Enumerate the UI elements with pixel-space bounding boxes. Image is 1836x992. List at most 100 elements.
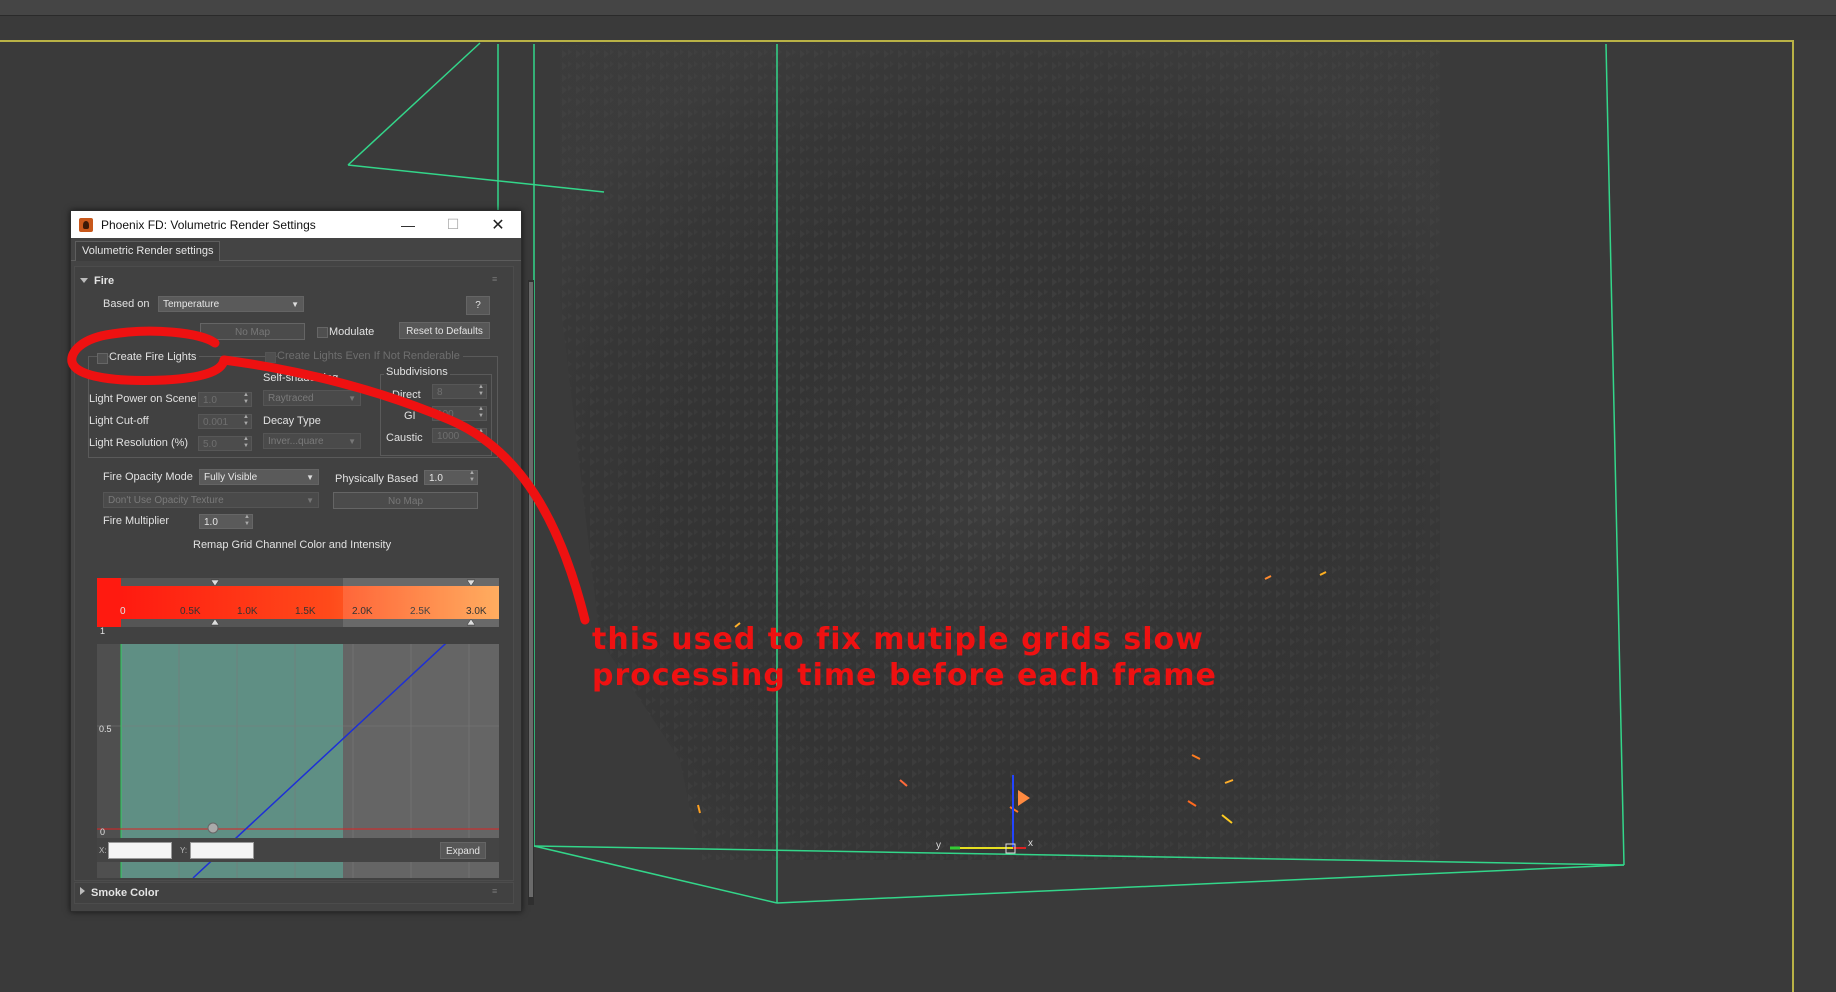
gradient-tick: 0.5K: [180, 606, 201, 617]
spinner-arrows-icon: ▲ ▼: [244, 514, 250, 527]
tab-volumetric-render-settings[interactable]: Volumetric Render settings: [75, 241, 221, 261]
self-shadowing-dropdown[interactable]: Raytraced ▼: [263, 390, 361, 406]
gradient-tick: 1.0K: [237, 606, 258, 617]
spinner-arrows-icon: ▲ ▼: [243, 436, 249, 449]
expand-button[interactable]: Expand: [440, 842, 486, 859]
create-lights-renderable-checkbox[interactable]: [265, 352, 276, 363]
decay-type-dropdown[interactable]: Inver...quare ▼: [263, 433, 361, 449]
dropdown-arrow-icon: ▼: [306, 473, 314, 482]
smoke-color-rollout-header[interactable]: Smoke Color: [80, 887, 159, 899]
opacity-texture-value: Don't Use Opacity Texture: [108, 495, 224, 506]
remap-title: Remap Grid Channel Color and Intensity: [193, 539, 392, 551]
gradient-tick: 2.0K: [352, 606, 373, 617]
create-fire-lights-label: Create Fire Lights: [109, 351, 200, 363]
svg-text:x: x: [1028, 838, 1033, 849]
dropdown-arrow-icon: ▼: [306, 496, 314, 505]
rollout-grip-icon[interactable]: ≡: [492, 274, 1828, 284]
caustic-value: 1000: [437, 431, 460, 442]
opacity-texture-dropdown[interactable]: Don't Use Opacity Texture ▼: [103, 492, 319, 508]
close-button[interactable]: ✕: [476, 211, 520, 238]
fire-multiplier-value: 1.0: [204, 517, 218, 528]
direct-spinner[interactable]: 8 ▲ ▼: [432, 384, 487, 399]
based-on-value: Temperature: [163, 299, 220, 310]
dropdown-arrow-icon: ▼: [348, 394, 356, 403]
scrollbar-thumb[interactable]: [529, 282, 533, 897]
collapse-triangle-icon: [80, 278, 88, 283]
color-gradient-bar[interactable]: [97, 578, 499, 627]
light-cutoff-spinner[interactable]: 0.001 ▲ ▼: [198, 414, 252, 429]
light-resolution-value: 5.0: [203, 439, 217, 450]
phoenix-fd-app-icon: [79, 217, 93, 232]
physically-based-spinner[interactable]: 1.0 ▲ ▼: [424, 470, 478, 485]
maximize-button[interactable]: ☐: [431, 211, 475, 238]
based-on-label: Based on: [103, 298, 150, 310]
modulate-checkbox[interactable]: [317, 327, 328, 338]
svg-text:y: y: [936, 840, 941, 851]
annotation-line-1: this used to fix mutiple grids slow: [592, 622, 1204, 657]
light-power-label: Light Power on Scene: [89, 393, 197, 405]
subdivisions-label: Subdivisions: [384, 366, 450, 378]
curve-point-1: [207, 822, 219, 834]
spinner-arrows-icon: ▲ ▼: [469, 470, 475, 483]
gi-value: 100: [437, 409, 454, 420]
smoke-color-section-title: Smoke Color: [91, 887, 159, 899]
based-on-dropdown[interactable]: Temperature ▼: [158, 296, 304, 312]
gi-spinner[interactable]: 100 ▲ ▼: [432, 406, 487, 421]
gradient-tick: 2.5K: [410, 606, 431, 617]
dialog-title: Phoenix FD: Volumetric Render Settings: [101, 217, 316, 232]
spinner-arrows-icon: ▲ ▼: [478, 406, 484, 419]
curve-y-tick: 0: [100, 827, 106, 837]
fire-opacity-mode-value: Fully Visible: [204, 472, 258, 483]
physically-based-label: Physically Based: [335, 473, 419, 485]
dialog-scrollbar[interactable]: [528, 280, 534, 905]
spinner-arrows-icon: ▲ ▼: [243, 414, 249, 427]
modulate-label: Modulate: [329, 326, 375, 338]
curve-y-tick: 1: [100, 626, 106, 636]
caustic-label: Caustic: [386, 432, 423, 444]
y-field-label: Y:: [180, 846, 188, 855]
light-power-spinner[interactable]: 1.0 ▲ ▼: [198, 392, 252, 407]
x-field-label: X:: [99, 846, 107, 855]
annotation-line-2: processing time before each frame: [592, 658, 1217, 693]
fire-opacity-mode-label: Fire Opacity Mode: [103, 471, 193, 483]
light-power-value: 1.0: [203, 395, 217, 406]
direct-value: 8: [437, 387, 443, 398]
x-value-field[interactable]: [108, 842, 172, 859]
decay-type-label: Decay Type: [263, 415, 321, 427]
minimize-button[interactable]: —: [386, 211, 430, 238]
create-lights-renderable-label: Create Lights Even If Not Renderable: [277, 350, 463, 362]
caustic-spinner[interactable]: 1000 ▲ ▼: [432, 428, 487, 443]
spinner-arrows-icon: ▲ ▼: [478, 428, 484, 441]
fire-map-button[interactable]: No Map: [200, 323, 305, 340]
reset-to-defaults-button[interactable]: Reset to Defaults: [399, 322, 490, 339]
y-value-field[interactable]: [190, 842, 254, 859]
curve-y-tick: 0.5: [99, 724, 112, 734]
fire-multiplier-label: Fire Multiplier: [103, 515, 170, 527]
light-cutoff-label: Light Cut-off: [89, 415, 149, 427]
create-fire-lights-checkbox[interactable]: [97, 353, 108, 364]
fire-rollout-header[interactable]: Fire: [80, 275, 114, 287]
dialog-titlebar[interactable]: Phoenix FD: Volumetric Render Settings —…: [71, 211, 521, 238]
decay-type-value: Inver...quare: [268, 436, 324, 447]
physically-based-value: 1.0: [429, 473, 443, 484]
spinner-arrows-icon: ▲ ▼: [478, 384, 484, 397]
rollout-grip-icon[interactable]: ≡: [492, 886, 1828, 896]
fire-opacity-mode-dropdown[interactable]: Fully Visible ▼: [199, 469, 319, 485]
gradient-tick: 1.5K: [295, 606, 316, 617]
self-shadowing-value: Raytraced: [268, 393, 314, 404]
gi-label: GI: [404, 410, 416, 422]
opacity-map-button[interactable]: No Map: [333, 492, 478, 509]
light-resolution-label: Light Resolution (%): [89, 437, 189, 449]
gradient-tick: 0: [120, 606, 126, 617]
annotation-text: this used to fix mutiple grids slow proc…: [592, 622, 1232, 694]
tab-bar: Volumetric Render settings: [71, 238, 521, 261]
gradient-tick: 3.0K: [466, 606, 487, 617]
fire-section-title: Fire: [94, 275, 115, 287]
light-resolution-spinner[interactable]: 5.0 ▲ ▼: [198, 436, 252, 451]
fire-multiplier-spinner[interactable]: 1.0 ▲ ▼: [199, 514, 253, 529]
spinner-arrows-icon: ▲ ▼: [243, 392, 249, 405]
light-cutoff-value: 0.001: [203, 417, 229, 428]
direct-label: Direct: [392, 389, 421, 401]
dropdown-arrow-icon: ▼: [348, 437, 356, 446]
help-button[interactable]: ?: [466, 296, 490, 315]
